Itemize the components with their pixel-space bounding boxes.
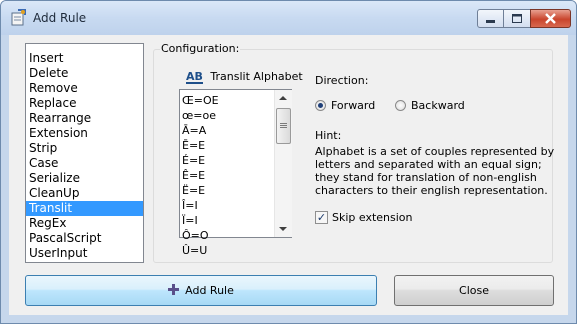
- close-button[interactable]: Close: [394, 275, 554, 306]
- rule-item-serialize[interactable]: Serialize: [26, 171, 143, 186]
- maximize-icon: [512, 14, 522, 23]
- backward-radio[interactable]: [395, 100, 406, 111]
- skip-extension-label[interactable]: Skip extension: [332, 211, 413, 224]
- add-rule-window: Add Rule Insert Delete Remove Replace Rearra…: [0, 0, 577, 324]
- rule-item-remove[interactable]: Remove: [26, 81, 143, 96]
- plus-icon: [168, 284, 180, 295]
- direction-label: Direction:: [315, 74, 369, 87]
- dialog-body: Insert Delete Remove Replace Rearrange Extens…: [9, 35, 568, 315]
- scroll-down-icon[interactable]: [279, 227, 287, 231]
- rule-item-delete[interactable]: Delete: [26, 66, 143, 81]
- thumb-grip: [280, 125, 287, 126]
- thumb-grip: [280, 127, 287, 128]
- rule-item-regex[interactable]: RegEx: [26, 216, 143, 231]
- scroll-up-icon[interactable]: [279, 96, 287, 100]
- rule-item-strip[interactable]: Strip: [26, 141, 143, 156]
- alphabet-icon: AB: [186, 70, 203, 84]
- rule-item-case[interactable]: Case: [26, 156, 143, 171]
- rule-item-cleanup[interactable]: CleanUp: [26, 186, 143, 201]
- rule-item-userinput[interactable]: UserInput: [26, 246, 143, 261]
- rule-item-pascalscript[interactable]: PascalScript: [26, 231, 143, 246]
- hint-label: Hint:: [315, 129, 342, 142]
- thumb-grip: [280, 123, 287, 124]
- rule-wizard-icon: [11, 9, 26, 26]
- configuration-label: Configuration:: [160, 42, 241, 55]
- add-rule-label: Add Rule: [185, 284, 234, 297]
- title-bar[interactable]: Add Rule: [1, 1, 576, 35]
- backward-label[interactable]: Backward: [411, 99, 465, 112]
- skip-extension-checkbox[interactable]: ✓: [315, 211, 328, 224]
- rule-item-rearrange[interactable]: Rearrange: [26, 111, 143, 126]
- close-label: Close: [459, 284, 489, 297]
- rule-item-insert[interactable]: Insert: [26, 51, 143, 66]
- hint-text: Alphabet is a set of couples represented…: [315, 145, 555, 197]
- alphabet-scrollbar[interactable]: [274, 90, 292, 237]
- rule-item-translit[interactable]: Translit: [26, 201, 143, 216]
- forward-label[interactable]: Forward: [331, 99, 375, 112]
- add-rule-button[interactable]: Add Rule: [25, 275, 377, 306]
- scroll-thumb[interactable]: [276, 108, 291, 144]
- minimize-icon: [486, 20, 495, 23]
- forward-radio[interactable]: [315, 100, 326, 111]
- maximize-button[interactable]: [504, 9, 530, 28]
- close-window-button[interactable]: [530, 9, 571, 28]
- rule-item-replace[interactable]: Replace: [26, 96, 143, 111]
- alphabet-header: AB Translit Alphabet: [186, 70, 303, 84]
- alphabet-title: Translit Alphabet: [210, 70, 303, 83]
- window-title: Add Rule: [33, 11, 87, 25]
- rule-list[interactable]: Insert Delete Remove Replace Rearrange Extens…: [25, 43, 144, 263]
- alphabet-entry[interactable]: Û=U: [180, 243, 291, 258]
- close-icon: [545, 13, 556, 24]
- minimize-button[interactable]: [477, 9, 504, 28]
- rule-item-extension[interactable]: Extension: [26, 126, 143, 141]
